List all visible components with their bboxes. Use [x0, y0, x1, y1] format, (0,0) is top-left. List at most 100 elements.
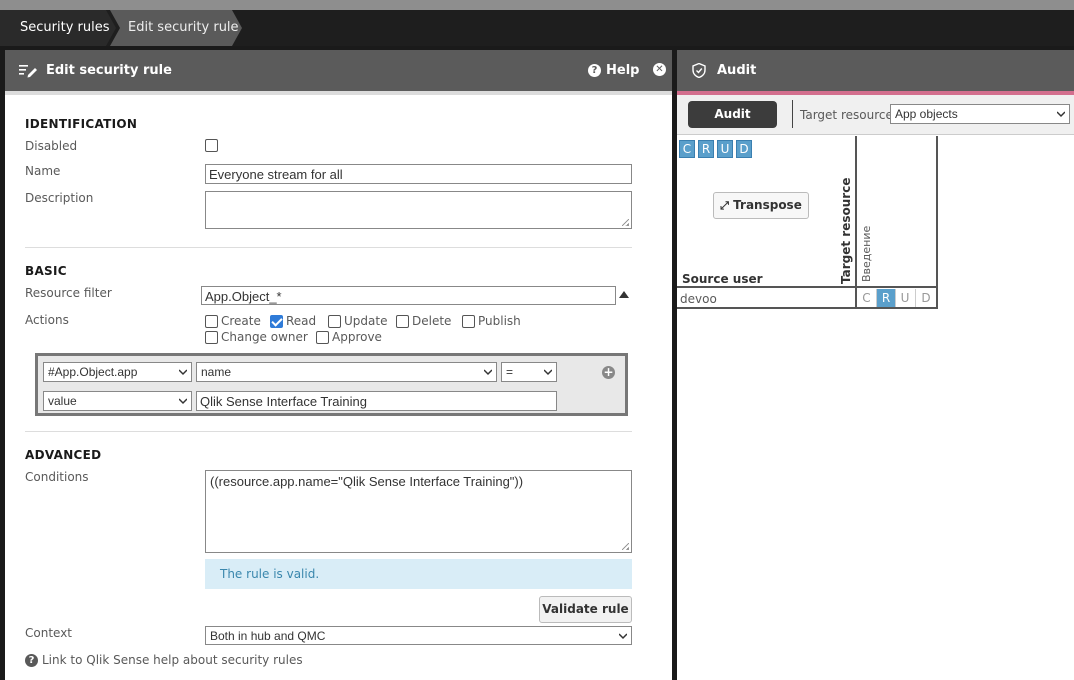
condition-builder: #App.Object.app name = + value Qlik Sens…: [35, 353, 628, 416]
chevron-down-icon: [484, 369, 492, 376]
breadcrumb-edit-security-rule[interactable]: Edit security rule: [110, 10, 242, 46]
operator-select-value: =: [506, 365, 514, 379]
resource-select[interactable]: #App.Object.app: [43, 362, 192, 382]
operator-select[interactable]: =: [501, 362, 557, 382]
basic-heading: BASIC: [25, 264, 67, 278]
toolbar-separator: [792, 100, 793, 128]
action-update[interactable]: Update: [328, 314, 387, 328]
action-change-owner-label: Change owner: [221, 330, 308, 344]
help-icon: ?: [588, 64, 601, 77]
conditions-value: ((resource.app.name="Qlik Sense Interfac…: [210, 474, 524, 489]
action-publish[interactable]: Publish: [462, 314, 521, 328]
grid-line: [936, 136, 938, 309]
action-change-owner[interactable]: Change owner: [205, 330, 308, 344]
condition-value-input[interactable]: Qlik Sense Interface Training: [196, 391, 557, 411]
edit-list-icon: [19, 65, 37, 78]
action-approve-checkbox[interactable]: [316, 330, 329, 344]
context-select[interactable]: Both in hub and QMC: [205, 626, 632, 645]
edit-rule-title: Edit security rule: [46, 63, 172, 78]
resource-select-value: #App.Object.app: [48, 365, 138, 379]
help-button[interactable]: ? Help: [588, 63, 639, 78]
crud-filter-r[interactable]: R: [698, 140, 714, 158]
top-strip: [0, 0, 1074, 10]
shield-icon: [692, 63, 706, 78]
value-type-select-value: value: [48, 394, 77, 408]
audit-button[interactable]: Audit: [688, 101, 777, 128]
grid-line: [677, 286, 938, 288]
action-approve[interactable]: Approve: [316, 330, 382, 344]
breadcrumb-security-rules[interactable]: Security rules: [0, 10, 116, 46]
context-select-value: Both in hub and QMC: [210, 629, 326, 643]
help-link[interactable]: ? Link to Qlik Sense help about security…: [25, 653, 303, 667]
chevron-down-icon: [179, 369, 187, 376]
action-delete[interactable]: Delete: [396, 314, 451, 328]
crud-filter-d[interactable]: D: [736, 140, 752, 158]
resize-grip[interactable]: [622, 219, 629, 226]
action-read[interactable]: Read: [270, 314, 316, 328]
question-icon: ?: [25, 653, 38, 667]
property-select[interactable]: name: [196, 362, 497, 382]
action-read-checkbox[interactable]: [270, 314, 283, 328]
action-update-checkbox[interactable]: [328, 314, 341, 328]
breadcrumb: Security rules Edit security rule: [0, 10, 1074, 46]
rule-valid-message: The rule is valid.: [205, 559, 632, 589]
action-read-label: Read: [286, 314, 317, 328]
help-label: Help: [606, 63, 640, 78]
cell-create[interactable]: C: [857, 289, 876, 307]
collapse-up-icon[interactable]: [619, 291, 629, 298]
resource-filter-input[interactable]: App.Object_*: [201, 286, 616, 305]
action-change-owner-checkbox[interactable]: [205, 330, 218, 344]
description-textarea[interactable]: [205, 191, 632, 229]
target-resource-label: Target resource: [800, 108, 893, 122]
cell-read[interactable]: R: [876, 289, 895, 307]
close-icon[interactable]: ✕: [653, 63, 666, 76]
action-delete-checkbox[interactable]: [396, 314, 409, 328]
identification-heading: IDENTIFICATION: [25, 117, 138, 131]
description-label: Description: [25, 191, 94, 205]
conditions-label: Conditions: [25, 470, 89, 484]
target-resource-select[interactable]: App objects: [890, 104, 1070, 124]
context-label: Context: [25, 626, 73, 640]
property-select-value: name: [201, 365, 232, 379]
edit-rule-panel: Edit security rule ? Help ✕ IDENTIFICATI…: [5, 50, 672, 680]
chevron-down-icon: [1057, 111, 1065, 118]
chevron-down-icon: [179, 398, 187, 405]
divider: [25, 431, 632, 432]
transpose-label: Transpose: [733, 198, 802, 212]
action-publish-checkbox[interactable]: [462, 314, 475, 328]
resize-grip[interactable]: [622, 543, 629, 550]
audit-panel: Audit Audit Target resource App objects …: [677, 50, 1074, 680]
advanced-heading: ADVANCED: [25, 448, 102, 462]
name-label: Name: [25, 164, 61, 178]
action-delete-label: Delete: [412, 314, 452, 328]
value-type-select[interactable]: value: [43, 391, 192, 411]
resource-filter-label: Resource filter: [25, 286, 112, 300]
validate-rule-button[interactable]: Validate rule: [539, 596, 632, 623]
header-underline: [5, 91, 672, 95]
name-input[interactable]: Everyone stream for all: [205, 164, 632, 184]
action-update-label: Update: [344, 314, 388, 328]
grid-line: [855, 136, 857, 309]
source-user-label: Source user: [682, 272, 763, 286]
action-create-checkbox[interactable]: [205, 314, 218, 328]
action-create-label: Create: [221, 314, 261, 328]
disabled-checkbox[interactable]: [205, 139, 218, 152]
cell-delete[interactable]: D: [915, 289, 936, 307]
crud-filter-u[interactable]: U: [717, 140, 733, 158]
crud-filter-c[interactable]: C: [679, 140, 695, 158]
expand-icon: ⤢: [720, 199, 729, 212]
grid-line: [677, 307, 938, 309]
row-user-devoo: devoo: [680, 292, 717, 306]
chevron-down-icon: [544, 369, 552, 376]
conditions-textarea[interactable]: ((resource.app.name="Qlik Sense Interfac…: [205, 470, 632, 553]
disabled-label: Disabled: [25, 139, 78, 153]
audit-header: Audit: [677, 50, 1074, 91]
edit-rule-header: Edit security rule ? Help ✕: [5, 50, 672, 91]
add-condition-icon[interactable]: +: [602, 366, 615, 379]
cell-update[interactable]: U: [895, 289, 914, 307]
action-create[interactable]: Create: [205, 314, 261, 328]
target-resource-axis-label: Target resource: [839, 177, 853, 284]
transpose-button[interactable]: ⤢ Transpose: [713, 192, 809, 219]
help-link-text: Link to Qlik Sense help about security r…: [42, 653, 303, 667]
divider: [25, 247, 632, 248]
